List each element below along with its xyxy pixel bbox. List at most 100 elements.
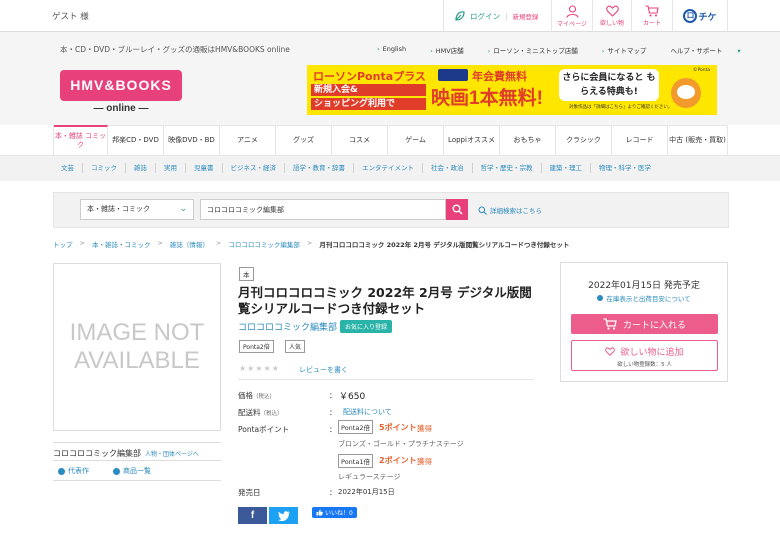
category-select[interactable]: 本・雑誌・コミック ⌄ <box>80 199 194 220</box>
magnifier-plus-icon <box>478 206 487 215</box>
ponta-stage: レギュラーステージ <box>338 473 401 481</box>
advanced-search-link[interactable]: 詳細検索はこちら <box>478 205 542 215</box>
tab-anime[interactable]: アニメ <box>220 125 276 155</box>
subnav-items: 文芸 コミック 雑誌 実用 児童書 ビジネス・経済 語学・教育・辞書 エンタテイ… <box>53 155 659 181</box>
subnav-item[interactable]: 実用 <box>156 163 186 173</box>
ponta-points: 2ポイント <box>379 456 417 465</box>
colon: ： <box>329 391 337 400</box>
arrow-circle-icon <box>113 467 120 475</box>
wishlist-label: 欲しい物 <box>599 20 624 27</box>
breadcrumb-link[interactable]: トップ <box>53 239 73 249</box>
tab-jpop[interactable]: 邦楽CD・DVD <box>108 125 164 155</box>
favorite-button[interactable]: お気に入り登録 <box>340 320 393 333</box>
release-label: 発売日 <box>238 488 261 497</box>
subnav-item[interactable]: エンタテイメント <box>354 163 423 173</box>
ponta-label: Pontaポイント <box>238 425 290 434</box>
facebook-share-button[interactable]: f <box>238 507 267 524</box>
tab-used[interactable]: 中古 (販売・買取) <box>668 125 728 155</box>
rating-stars: ★★★★★ <box>239 364 280 373</box>
stock-info-link[interactable]: 在庫表示と出荷目安について <box>560 293 728 303</box>
ponta-points-suffix: 獲得 <box>417 424 432 433</box>
subnav-item[interactable]: ビジネス・経済 <box>223 163 285 173</box>
shipping-link[interactable]: 配送料について <box>343 407 392 417</box>
artist-page-link[interactable]: 人物・団体ページへ <box>145 451 199 458</box>
wishlist-button[interactable]: 欲しい物 <box>592 0 631 32</box>
colon: ： <box>329 408 337 417</box>
search-input[interactable] <box>200 199 446 220</box>
link-sitemap[interactable]: › サイトマップ <box>602 45 659 55</box>
tab-cosme[interactable]: コスメ <box>332 125 388 155</box>
artist-name[interactable]: コロコロコミック編集部 <box>53 449 141 458</box>
ponta-multiplier-badge: Ponta2倍 <box>338 420 373 434</box>
chevron-down-icon: ▾ <box>737 47 741 55</box>
subnav-item[interactable]: 文芸 <box>53 163 83 173</box>
works-link[interactable]: 代表作 <box>58 466 101 476</box>
add-to-cart-button[interactable]: カートに入れる <box>571 314 718 334</box>
breadcrumb: トップ > 本・雑誌・コミック > 雑誌（情報） > コロコロコミック編集部 > 月刊コ… <box>53 239 570 249</box>
cart-icon <box>603 318 617 330</box>
subnav-item[interactable]: 物理・科学・医学 <box>591 163 659 173</box>
breadcrumb-link[interactable]: 本・雑誌・コミック <box>92 239 151 249</box>
items-link[interactable]: 商品一覧 <box>113 466 163 476</box>
ponta-tag: Ponta2倍 <box>239 340 274 353</box>
subnav-item[interactable]: 児童書 <box>186 163 223 173</box>
mypage-label: マイページ <box>557 20 587 28</box>
add-to-wishlist-button[interactable]: 欲しい物に追加 欲しい物登録数：5 人 <box>571 340 718 371</box>
twitter-share-button[interactable] <box>269 507 298 524</box>
divider <box>238 379 534 380</box>
cart-button[interactable]: カート <box>631 0 672 32</box>
guest-greeting: ゲスト 様 <box>52 12 89 22</box>
link-lawson-stores[interactable]: › ローソン・ミニストップ店舗 <box>488 45 590 55</box>
login-area: ログイン | 新規登録 <box>443 0 551 32</box>
subnav-item[interactable]: コミック <box>83 163 126 173</box>
ocheke-o-icon: ロ <box>683 9 698 23</box>
release-date: 2022年01月15日 発売予定 <box>588 281 700 291</box>
facebook-like-button[interactable]: いいね！0 <box>312 507 357 518</box>
arrow-circle-icon <box>58 467 65 475</box>
subnav-item[interactable]: 社会・政治 <box>423 163 473 173</box>
tab-loppi[interactable]: Loppiオススメ <box>444 125 500 155</box>
subnav-item[interactable]: 雑誌 <box>126 163 156 173</box>
hmv-books-logo[interactable]: HMV&BOOKS — online — <box>60 70 182 118</box>
subnav-item[interactable]: 哲学・歴史・宗教 <box>473 163 542 173</box>
link-help[interactable]: ヘルプ・サポート ▾ <box>670 45 752 55</box>
tab-classic[interactable]: クラシック <box>556 125 612 155</box>
cart-label: カート <box>642 20 661 27</box>
tab-books[interactable]: 本・雑誌 コミック <box>54 125 108 155</box>
breadcrumb-current: 月刊コロコロコミック 2022年 2月号 デジタル版閲覧シリアルコードつき付録セ… <box>319 241 570 249</box>
popular-tag: 人気 <box>285 340 306 353</box>
link-hmv-stores[interactable]: › HMV店舗 <box>430 45 476 55</box>
ponta-banner[interactable]: ローソンPontaプラス 年会費無料 新規入会& ショッピング利用で 映画1本無… <box>307 65 717 115</box>
heart-icon <box>605 347 616 356</box>
ponta-mascot-icon: ©Ponta <box>665 68 711 112</box>
login-link[interactable]: ログイン <box>470 11 500 22</box>
cart-icon <box>645 5 659 17</box>
link-english[interactable]: › English <box>377 45 418 55</box>
tab-game[interactable]: ゲーム <box>388 125 444 155</box>
tab-record[interactable]: レコード <box>612 125 668 155</box>
product-title: 月刊コロコロコミック 2022年 2月号 デジタル版閲覧シリアルコードつき付録セ… <box>238 285 532 316</box>
ocheke-button[interactable]: ロチケ <box>672 0 728 32</box>
write-review-link[interactable]: レビューを書く <box>299 365 348 375</box>
publisher-link[interactable]: コロコロコミック編集部 <box>238 320 337 333</box>
wishlist-count: 欲しい物登録数：5 人 <box>617 362 672 368</box>
arrow-circle-icon <box>597 295 604 301</box>
mypage-button[interactable]: マイページ <box>551 0 592 32</box>
ponta-stage: ブロンズ・ゴールド・プラチナステージ <box>338 440 464 448</box>
price-label: 価格（税込） <box>238 391 276 400</box>
tab-goods[interactable]: グッズ <box>276 125 332 155</box>
tab-toys[interactable]: おもちゃ <box>500 125 556 155</box>
product-image-placeholder: IMAGE NOT AVAILABLE <box>53 263 221 431</box>
chevron-down-icon: ⌄ <box>179 204 187 214</box>
subnav-item[interactable]: 建築・理工 <box>542 163 591 173</box>
leaf-icon <box>455 11 465 21</box>
divider <box>53 480 221 481</box>
category-nav: 本・雑誌 コミック 邦楽CD・DVD 映像DVD・BD アニメ グッズ コスメ … <box>53 125 729 155</box>
subnav-item[interactable]: 語学・教育・辞書 <box>285 163 354 173</box>
ponta-points-suffix: 獲得 <box>417 457 432 466</box>
breadcrumb-link[interactable]: コロコロコミック編集部 <box>228 239 300 249</box>
register-link[interactable]: 新規登録 <box>513 11 539 21</box>
breadcrumb-link[interactable]: 雑誌（情報） <box>170 239 209 249</box>
tab-video[interactable]: 映像DVD・BD <box>164 125 220 155</box>
search-button[interactable] <box>446 199 468 220</box>
